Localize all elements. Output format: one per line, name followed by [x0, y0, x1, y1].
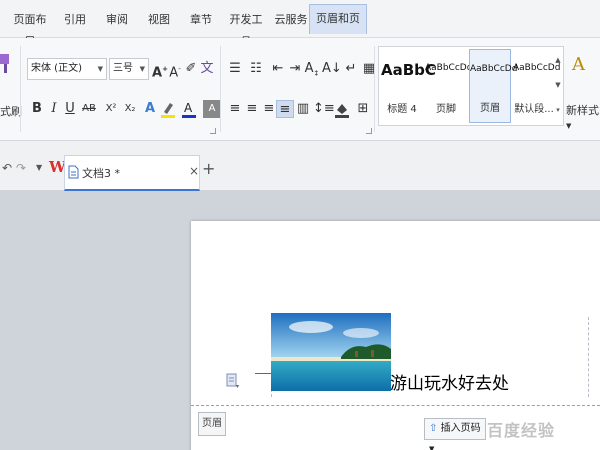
- insert-page-number-button[interactable]: ⇧ 插入页码 ▼: [424, 418, 486, 450]
- chevron-down-icon: ▼: [97, 65, 103, 73]
- justify-icon[interactable]: ≡: [276, 100, 294, 118]
- gallery-scrollbar[interactable]: ▲ ▼ ▾: [553, 48, 563, 124]
- font-size-value: 三号: [113, 63, 133, 74]
- document-icon: [68, 165, 79, 179]
- sort-icon[interactable]: A↓: [322, 60, 342, 78]
- style-name: 默认段...: [514, 104, 554, 115]
- phonetic-guide-icon[interactable]: 文: [198, 60, 216, 78]
- header-boundary: [191, 405, 600, 406]
- undo-icon[interactable]: ↶: [2, 161, 12, 175]
- format-painter-label[interactable]: 式刷: [0, 103, 22, 119]
- tab-view[interactable]: 视图: [146, 9, 172, 31]
- style-heading-4[interactable]: AaBbC 标题 4: [381, 49, 436, 123]
- chevron-down-icon: ▼: [139, 65, 145, 73]
- align-center-icon[interactable]: ≡: [243, 100, 261, 118]
- header-headline[interactable]: 游山玩水好去处: [390, 369, 509, 394]
- chevron-down-icon: ▼: [429, 445, 435, 450]
- tab-section[interactable]: 章节: [188, 9, 214, 31]
- insert-page-number-label: 插入页码: [440, 423, 481, 434]
- style-name: 标题 4: [387, 104, 417, 115]
- menu-bar: 页面布局 引用 审阅 视图 章节 开发工具 云服务 页眉和页脚: [0, 0, 600, 53]
- font-color-icon[interactable]: A: [181, 100, 197, 120]
- font-name-value: 宋体 (正文): [31, 63, 82, 74]
- style-default-paragraph[interactable]: AaBbCcDd 默认段...: [513, 49, 561, 123]
- svg-text:A: A: [184, 101, 193, 115]
- style-sample: AaBbCcDd: [513, 63, 561, 73]
- paste-options-icon[interactable]: ▾: [226, 373, 240, 389]
- line-spacing-icon[interactable]: ↕≡: [313, 100, 335, 118]
- document-page[interactable]: 游山玩水好去处 ▾ 页眉 ⇧ 插入页码 ▼ 百度经验: [191, 221, 600, 450]
- chevron-up-icon[interactable]: ▲: [553, 48, 563, 73]
- margin-guide: [588, 317, 589, 397]
- workspace: 游山玩水好去处 ▾ 页眉 ⇧ 插入页码 ▼ 百度经验: [0, 191, 600, 450]
- tab-references[interactable]: 引用: [62, 9, 88, 31]
- number-list-icon[interactable]: ☷: [247, 60, 265, 78]
- char-shading-icon[interactable]: A: [203, 100, 221, 118]
- tab-cloud-service[interactable]: 云服务: [274, 9, 308, 31]
- new-style-icon[interactable]: A: [572, 54, 585, 75]
- close-icon[interactable]: ×: [189, 164, 199, 178]
- strikethrough-icon[interactable]: AB: [80, 100, 98, 118]
- char-scaling-icon[interactable]: A↕: [303, 60, 321, 78]
- increase-indent-icon[interactable]: ⇥: [286, 60, 304, 78]
- superscript-icon[interactable]: X²: [102, 100, 120, 118]
- new-style-label: 新样式: [566, 104, 599, 117]
- style-sample: AaBbCcDd: [470, 64, 518, 74]
- tab-review[interactable]: 审阅: [104, 9, 130, 31]
- subscript-icon[interactable]: X₂: [121, 100, 139, 118]
- style-sample: AaBbCcDd: [425, 63, 473, 73]
- bullet-list-icon[interactable]: ☰: [226, 60, 244, 78]
- distributed-icon[interactable]: ▥: [294, 100, 312, 118]
- style-header[interactable]: AaBbCcDd 页眉: [469, 49, 518, 123]
- font-name-select[interactable]: 宋体 (正文) ▼: [27, 58, 107, 80]
- document-tab[interactable]: 文档3 * ×: [64, 155, 200, 191]
- style-sample: AaBbC: [381, 61, 436, 79]
- page-number-icon: ⇧: [429, 423, 438, 434]
- tab-developer[interactable]: 开发工具: [226, 9, 266, 48]
- watermark-logo: 百度经验: [487, 421, 556, 440]
- beach-photo[interactable]: [271, 313, 391, 391]
- decrease-indent-icon[interactable]: ⇤: [269, 60, 287, 78]
- borders-icon[interactable]: ⊞: [354, 100, 372, 118]
- chevron-down-icon[interactable]: ▼: [553, 73, 563, 98]
- more-icon[interactable]: ▾: [553, 98, 563, 123]
- document-tab-title: 文档3 *: [82, 167, 120, 180]
- show-marks-icon[interactable]: ↵: [342, 60, 360, 78]
- redo-icon[interactable]: ↷: [16, 161, 26, 175]
- shading-icon[interactable]: [334, 100, 350, 120]
- chevron-down-icon: ▼: [566, 122, 572, 130]
- new-style-button[interactable]: 新样式 ▼: [566, 102, 600, 131]
- style-name: 页脚: [436, 104, 456, 115]
- svg-text:▾: ▾: [236, 383, 239, 389]
- style-gallery: AaBbC 标题 4 AaBbCcDd 页脚 AaBbCcDd 页眉 AaBbC…: [378, 46, 564, 126]
- chevron-down-icon[interactable]: ▼: [36, 163, 42, 172]
- text-effect-icon[interactable]: A: [141, 100, 159, 118]
- document-tab-bar: ↶ ↷ ▼ W 文档3 * × +: [0, 141, 600, 191]
- style-footer[interactable]: AaBbCcDd 页脚: [425, 49, 473, 123]
- tab-page-layout[interactable]: 页面布局: [10, 9, 50, 48]
- anchor-line: [255, 373, 271, 374]
- highlight-icon[interactable]: [160, 100, 176, 120]
- bold-icon[interactable]: B: [28, 100, 46, 118]
- style-name: 页眉: [480, 103, 500, 114]
- align-left-icon[interactable]: ≡: [226, 100, 244, 118]
- table-icon[interactable]: ▦: [360, 60, 378, 78]
- new-tab-icon[interactable]: +: [202, 159, 215, 178]
- ribbon: 式刷 宋体 (正文) ▼ 三号 ▼ A+ A- ✐ 文 B I U AB X² …: [0, 38, 600, 141]
- font-size-select[interactable]: 三号 ▼: [109, 58, 149, 80]
- underline-icon[interactable]: U: [61, 100, 79, 118]
- format-painter-icon[interactable]: [0, 52, 14, 74]
- header-label: 页眉: [198, 412, 226, 436]
- tab-header-footer[interactable]: 页眉和页脚: [309, 4, 367, 53]
